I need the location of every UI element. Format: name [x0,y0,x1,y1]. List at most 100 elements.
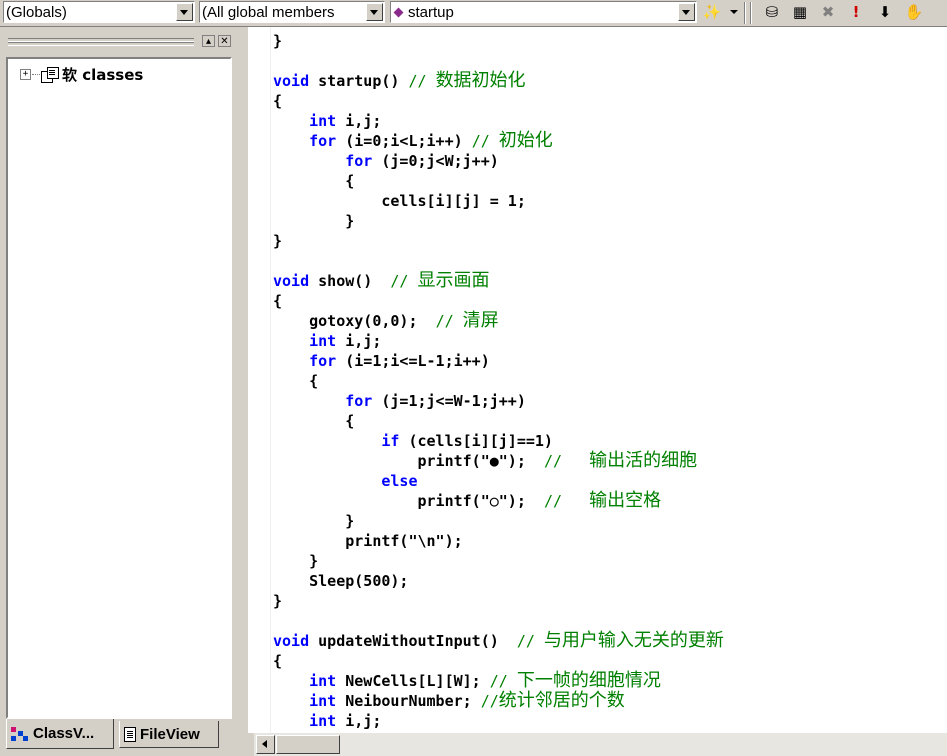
code-token: (i=0;i<L;i++) [336,132,472,150]
code-line[interactable]: for (i=1;i<=L-1;i++) [273,351,724,371]
stop-build-icon[interactable]: ✖ [817,2,839,23]
execute-icon[interactable]: ! [845,2,867,23]
comment-token: // 显示画面 [390,270,490,291]
keyword-token: int [309,692,337,710]
horizontal-scrollbar[interactable] [254,733,947,756]
code-token: } [273,512,355,530]
code-token: (i=1;i<=L-1;i++) [336,352,490,370]
code-line[interactable]: } [273,591,724,611]
code-line[interactable]: printf("○"); // 输出空格 [273,491,724,511]
code-token: { [273,172,355,190]
tab-classview[interactable]: ClassV... [6,719,114,749]
code-editor[interactable]: } void startup() // 数据初始化{ int i,j; for (… [248,27,947,733]
code-token: (j=0;j<W;j++) [372,152,499,170]
code-line[interactable]: gotoxy(0,0); // 清屏 [273,311,724,331]
comment-token: // 输出空格 [543,490,662,511]
comment-token: // 下一帧的细胞情况 [489,670,661,691]
code-token: i,j; [336,712,382,730]
compile-icon[interactable]: ⛁ [761,2,783,23]
code-token: printf("\n"); [273,532,463,550]
code-line[interactable] [273,611,724,631]
scroll-thumb[interactable] [276,735,340,754]
code-token: } [273,32,283,50]
wizard-wand-icon[interactable]: ✨ [701,2,723,23]
wand-dropdown-icon[interactable] [730,10,738,14]
code-line[interactable]: for (i=0;i<L;i++) // 初始化 [273,131,724,151]
code-line[interactable]: if (cells[i][j]==1) [273,431,724,451]
code-line[interactable]: printf("●"); // 输出活的细胞 [273,451,724,471]
code-line[interactable]: { [273,371,724,391]
code-line[interactable]: { [273,651,724,671]
function-combo[interactable]: startup [390,1,697,23]
go-icon[interactable]: ⬇ [874,2,896,23]
code-line[interactable]: { [273,291,724,311]
code-line[interactable]: void show() // 显示画面 [273,271,724,291]
code-line[interactable]: { [273,91,724,111]
code-line[interactable]: int NewCells[L][W]; // 下一帧的细胞情况 [273,671,724,691]
members-combo[interactable]: (All global members [199,1,385,23]
code-line[interactable]: for (j=0;j<W;j++) [273,151,724,171]
code-token: (j=1;j<=W-1;j++) [372,392,526,410]
tab-label: ClassV... [33,725,95,742]
code-line[interactable]: int i,j; [273,331,724,351]
code-token: } [273,592,283,610]
expand-icon[interactable]: + [20,68,31,80]
code-line[interactable]: int i,j; [273,711,724,731]
breakpoint-hand-icon[interactable]: ✋ [903,2,925,23]
function-combo-value: startup [408,4,454,21]
code-text[interactable]: } void startup() // 数据初始化{ int i,j; for (… [273,31,724,731]
keyword-token: for [309,132,337,150]
workspace-pane: ▴ ✕ + 软 classes ClassV... FileView [0,27,247,756]
keyword-token: int [309,112,337,130]
pane-grip[interactable] [8,42,194,46]
scroll-left-icon[interactable] [256,735,275,754]
code-token: } [273,212,355,230]
code-line[interactable]: printf("\n"); [273,531,724,551]
code-token: { [273,292,283,310]
code-token: (cells[i][j]==1) [399,432,553,450]
tab-fileview[interactable]: FileView [119,721,219,748]
maximize-pane-icon[interactable]: ▴ [202,35,215,47]
code-line[interactable]: } [273,211,724,231]
code-line[interactable]: Sleep(500); [273,571,724,591]
code-line[interactable]: int i,j; [273,111,724,131]
code-line[interactable] [273,51,724,71]
chevron-down-icon[interactable] [366,3,383,21]
code-line[interactable]: void startup() // 数据初始化 [273,71,724,91]
code-token: { [273,92,283,110]
build-icon[interactable]: ▦ [789,2,811,23]
keyword-token: if [381,432,400,450]
code-line[interactable]: } [273,31,724,51]
code-line[interactable]: } [273,231,724,251]
tree-item-classes[interactable]: + 软 classes [20,63,143,85]
chevron-down-icon[interactable] [678,3,695,21]
chevron-down-icon[interactable] [176,3,193,21]
code-line[interactable]: for (j=1;j<=W-1;j++) [273,391,724,411]
members-combo-value: (All global members [202,4,335,21]
code-line[interactable]: int NeibourNumber; //统计邻居的个数 [273,691,724,711]
code-token: i,j; [336,112,382,130]
code-line[interactable]: void updateWithoutInput() // 与用户输入无关的更新 [273,631,724,651]
keyword-token: void [273,72,310,90]
code-token: gotoxy(0,0); [273,312,436,330]
code-line[interactable]: else [273,471,724,491]
scope-combo[interactable]: (Globals) [3,1,195,23]
code-line[interactable]: } [273,511,724,531]
code-line[interactable]: { [273,171,724,191]
code-token: } [273,552,319,570]
code-line[interactable] [273,251,724,271]
scope-combo-value: (Globals) [6,4,67,21]
close-pane-icon[interactable]: ✕ [218,35,231,47]
code-line[interactable]: cells[i][j] = 1; [273,191,724,211]
code-line[interactable]: { [273,411,724,431]
wizard-bar: (Globals) (All global members startup ✨ … [0,0,947,27]
keyword-token: void [273,632,310,650]
selection-margin[interactable] [248,27,271,733]
class-tree[interactable]: + 软 classes [6,57,232,719]
code-line[interactable]: } [273,551,724,571]
toolbar-separator [744,2,746,24]
